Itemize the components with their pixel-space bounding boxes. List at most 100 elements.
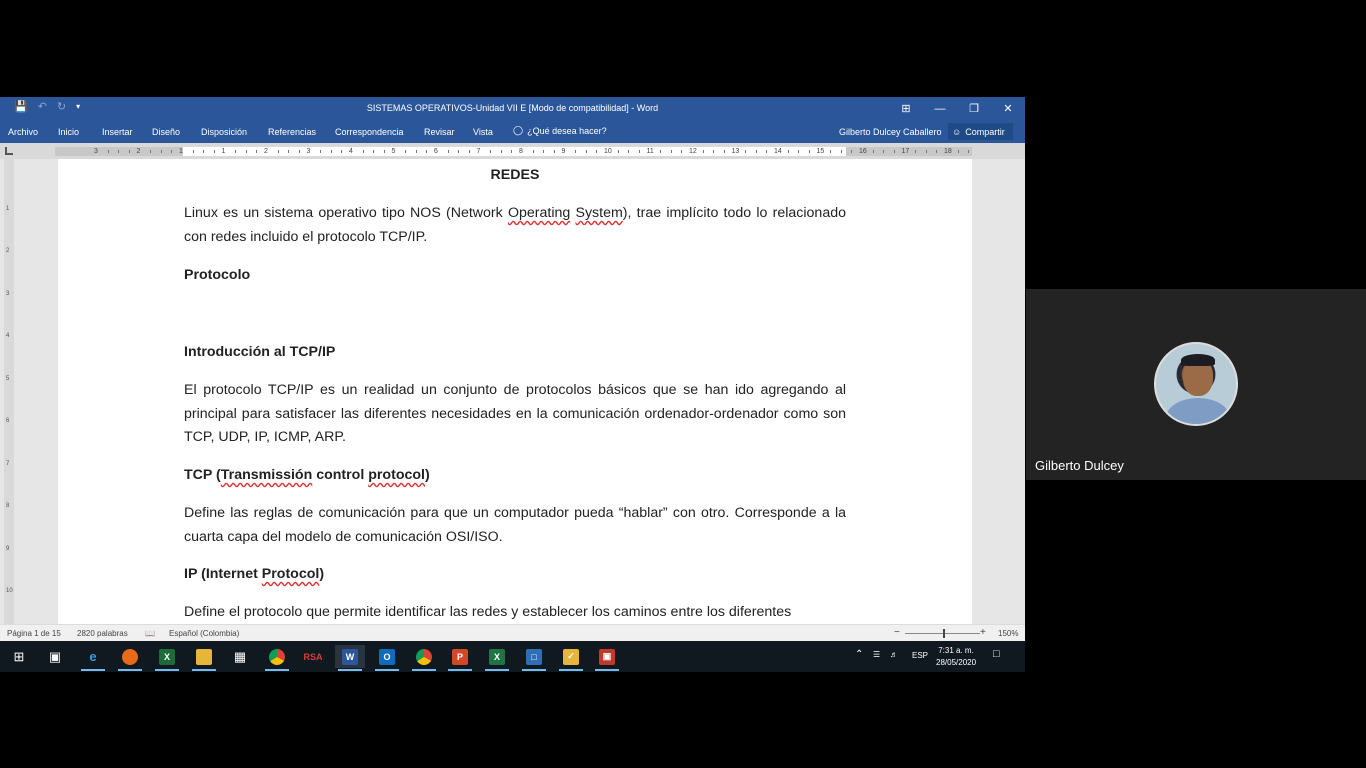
clock-time: 7:31 a. m. xyxy=(938,646,974,655)
ruler-tick xyxy=(808,150,810,153)
share-button[interactable]: ☺ Compartir xyxy=(948,123,1013,140)
restore-icon[interactable]: ❐ xyxy=(957,97,991,120)
ruler-tick xyxy=(840,150,842,153)
app-tool-icon[interactable]: ✓ xyxy=(556,645,586,671)
ruler-tick xyxy=(532,150,534,153)
zoom-level[interactable]: 150% xyxy=(998,629,1018,638)
ruler-number: 18 xyxy=(944,148,952,155)
tab-archivo[interactable]: Archivo xyxy=(8,127,38,137)
rsa-icon[interactable]: RSA xyxy=(298,645,328,668)
word-taskbar-icon[interactable]: W xyxy=(335,645,365,671)
app-red-icon[interactable]: ▣ xyxy=(592,645,622,671)
ruler-tick xyxy=(830,150,832,153)
chrome-icon[interactable] xyxy=(262,645,292,671)
tab-referencias[interactable]: Referencias xyxy=(268,127,316,137)
zoom-out-button[interactable]: − xyxy=(894,627,900,638)
ruler-tick xyxy=(553,150,555,153)
ruler-tick xyxy=(915,150,917,153)
heading-ip: IP (Internet Protocol) xyxy=(184,566,325,582)
lightbulb-icon: ◯ xyxy=(513,125,524,135)
virtualbox-icon[interactable]: □ xyxy=(519,645,549,671)
ruler-tick xyxy=(702,150,704,153)
zoom-in-button[interactable]: + xyxy=(980,627,986,638)
ruler-number: 17 xyxy=(901,148,910,155)
tab-inicio[interactable]: Inicio xyxy=(58,127,79,137)
horizontal-ruler[interactable]: 3 2 1 1 2 3 4 5 6 7 8 9 10 11 12 13 14 15 16 17 18 xyxy=(55,147,972,156)
outlook-icon[interactable]: O xyxy=(372,645,402,671)
ruler-tick xyxy=(585,150,587,153)
ruler-tick xyxy=(245,150,247,153)
tab-insertar[interactable]: Insertar xyxy=(102,127,133,137)
vruler-number: 7 xyxy=(6,460,10,467)
vruler-number: 1 xyxy=(6,205,10,212)
tab-disposicion[interactable]: Disposición xyxy=(201,127,247,137)
word-count[interactable]: 2820 palabras xyxy=(77,629,128,638)
input-language[interactable]: ESP xyxy=(912,651,928,660)
ruler-tick xyxy=(288,150,290,153)
heading-intro-tcpip: Introducción al TCP/IP xyxy=(184,344,336,360)
ruler-tick xyxy=(883,150,885,153)
network-icon[interactable]: ☰ xyxy=(873,650,880,659)
chrome-2-icon[interactable] xyxy=(409,645,439,671)
ruler-tick xyxy=(681,150,683,153)
vertical-ruler[interactable]: 1234567891011 xyxy=(4,159,14,637)
window-title: SISTEMAS OPERATIVOS-Unidad VII E [Modo d… xyxy=(366,103,659,113)
participant-tile[interactable]: Gilberto Dulcey xyxy=(1026,289,1366,480)
ruler-tick xyxy=(968,150,970,153)
task-view-icon[interactable]: ▣ xyxy=(40,645,70,668)
ruler-number: 14 xyxy=(774,148,782,155)
language[interactable]: Español (Colombia) xyxy=(169,629,239,638)
tab-selector-icon[interactable] xyxy=(5,147,13,155)
participant-name: Gilberto Dulcey xyxy=(1035,458,1124,473)
tab-correspondencia[interactable]: Correspondencia xyxy=(335,127,404,137)
excel-icon[interactable]: X xyxy=(482,645,512,671)
ruler-number: 2 xyxy=(136,148,141,155)
tab-revisar[interactable]: Revisar xyxy=(424,127,455,137)
app-x-icon[interactable]: X xyxy=(152,645,182,671)
close-icon[interactable]: ✕ xyxy=(991,97,1025,120)
ribbon-display-options-icon[interactable]: ⊞ xyxy=(889,97,923,120)
tab-diseno[interactable]: Diseño xyxy=(152,127,180,137)
ruler-tick xyxy=(755,150,757,153)
ruler-tick xyxy=(213,150,215,153)
proofing-icon[interactable]: 📖 xyxy=(145,629,155,638)
powerpoint-icon[interactable]: P xyxy=(445,645,475,671)
ruler-tick xyxy=(713,150,715,153)
windows-start-icon[interactable]: ⊞ xyxy=(4,645,34,668)
ruler-number: 4 xyxy=(349,148,353,155)
notifications-icon[interactable]: □ xyxy=(993,648,1000,660)
ruler-number: 13 xyxy=(731,148,740,155)
share-label: Compartir xyxy=(965,126,1005,137)
ruler-tick xyxy=(447,150,449,153)
firefox-icon[interactable] xyxy=(115,645,145,671)
tab-vista[interactable]: Vista xyxy=(473,127,493,137)
calculator-icon[interactable]: ▦ xyxy=(225,645,255,668)
ruler-tick xyxy=(320,150,322,153)
ribbon-tabs: Archivo Inicio Insertar Diseño Disposici… xyxy=(0,120,1025,143)
ruler-number: 9 xyxy=(561,148,566,155)
tell-me-box[interactable]: ◯ ¿Qué desea hacer? xyxy=(513,125,607,136)
file-explorer-icon[interactable] xyxy=(189,645,219,671)
zoom-slider-thumb[interactable] xyxy=(942,629,945,638)
minimize-icon[interactable]: — xyxy=(923,97,957,120)
clock[interactable]: 7:31 a. m. 28/05/2020 xyxy=(936,645,976,669)
ruler-tick xyxy=(192,150,194,153)
signed-in-user[interactable]: Gilberto Dulcey Caballero xyxy=(839,127,942,137)
vruler-number: 10 xyxy=(6,588,13,594)
ruler-tick xyxy=(925,150,927,153)
ruler-tick xyxy=(500,150,502,153)
ruler-tick xyxy=(298,150,300,153)
shared-screen: 💾 ↶ ↻ ▾ SISTEMAS OPERATIVOS-Unidad VII E… xyxy=(0,97,1025,672)
ruler-number: 10 xyxy=(604,148,612,155)
show-hidden-icons[interactable]: ⌃ xyxy=(855,649,863,660)
heading-protocolo: Protocolo xyxy=(184,267,251,283)
ruler-tick xyxy=(468,150,470,153)
volume-icon[interactable]: ♬ xyxy=(890,650,898,659)
ruler-tick xyxy=(543,150,545,153)
vruler-number: 5 xyxy=(6,375,10,382)
page-count[interactable]: Página 1 de 15 xyxy=(7,629,61,638)
ruler-tick xyxy=(277,150,279,153)
edge-icon[interactable]: e xyxy=(78,645,108,671)
ruler-tick xyxy=(660,150,662,153)
paragraph-linux: Linux es un sistema operativo tipo NOS (… xyxy=(184,205,846,245)
